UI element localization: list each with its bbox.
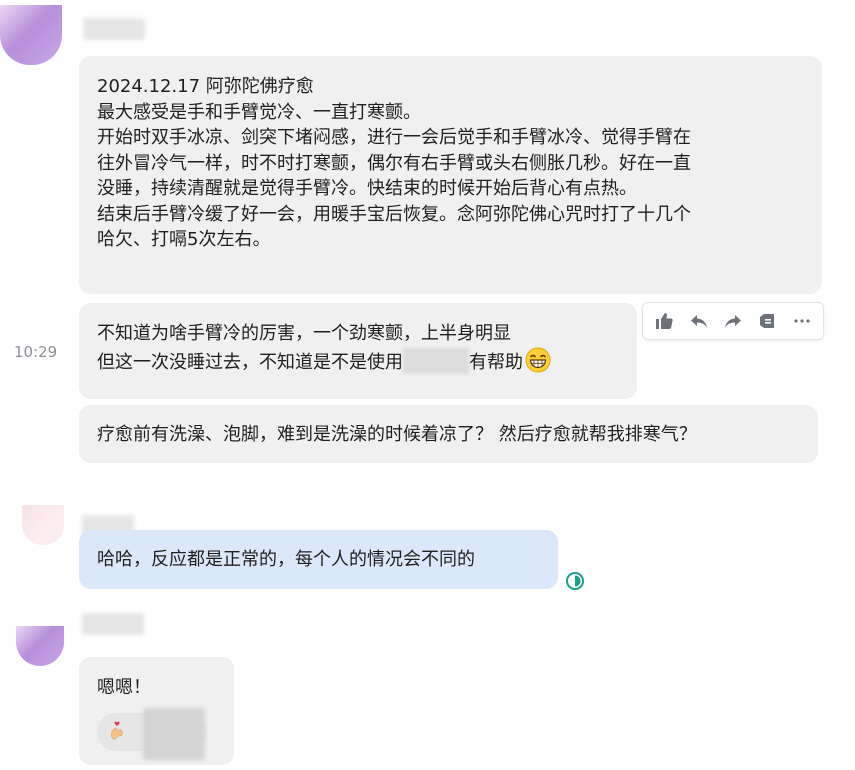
forward-icon[interactable] (718, 306, 748, 336)
message-line: 不知道为啥手臂冷的厉害，一个劲寒颤，上半身明显 (97, 323, 511, 344)
message-line: 哈哈，反应都是正常的，每个人的情况会不同的 (97, 549, 475, 570)
message-bubble[interactable]: 不知道为啥手臂冷的厉害，一个劲寒颤，上半身明显 但这一次没睡过去，不知道是不是使… (79, 303, 637, 399)
pin-icon[interactable] (752, 306, 782, 336)
read-status-icon (565, 571, 585, 591)
message-bubble[interactable]: 哈哈，反应都是正常的，每个人的情况会不同的 (79, 530, 558, 589)
reactor-name-redacted (143, 708, 205, 760)
sender-name-redacted (82, 613, 144, 635)
message-bubble[interactable]: 2024.12.17 阿弥陀佛疗愈 最大感受是手和手臂觉冷、一直打寒颤。 开始时… (79, 56, 822, 294)
sender-name-redacted (83, 18, 145, 40)
reply-icon[interactable] (684, 306, 714, 336)
message-line: 2024.12.17 阿弥陀佛疗愈 (97, 76, 314, 97)
message-action-toolbar (642, 302, 824, 340)
message-line: 往外冒冷气一样，时不时打寒颤，偶尔有右手臂或头右侧胀几秒。好在一直 (97, 152, 691, 174)
message-text: 有帮助 (469, 351, 523, 373)
message-line: 嗯嗯！ (97, 677, 151, 698)
thumbs-up-icon[interactable] (649, 306, 679, 336)
message-line: 结束后手臂冷缓了好一会，用暖手宝后恢复。念阿弥陀佛心咒时打了十几个 (97, 203, 691, 225)
message-line: 哈欠、打嗝5次左右。 (97, 229, 271, 250)
message-line: 开始时双手冰凉、剑突下堵闷感，进行一会后觉手和手臂冰冷、觉得手臂在 (97, 127, 691, 148)
message-bubble[interactable]: 疗愈前有洗澡、泡脚，难到是洗澡的时候着凉了？ 然后疗愈就帮我排寒气？ (79, 405, 818, 463)
finger-heart-icon (109, 721, 127, 746)
message-timestamp: 10:29 (14, 343, 58, 361)
message-line: 但这一次没睡过去，不知道是不是使用 有帮助 (97, 347, 619, 376)
message-line: 疗愈前有洗澡、泡脚，难到是洗澡的时候着凉了？ 然后疗愈就帮我排寒气？ (97, 424, 697, 445)
grinning-face-icon (525, 347, 551, 373)
avatar[interactable] (16, 626, 64, 666)
redacted-text (403, 347, 469, 374)
message-text: 但这一次没睡过去，不知道是不是使用 (97, 351, 403, 373)
more-icon[interactable] (787, 306, 817, 336)
avatar[interactable] (22, 505, 64, 545)
avatar[interactable] (0, 5, 62, 65)
message-line: 最大感受是手和手臂觉冷、一直打寒颤。 (97, 101, 421, 123)
message-line: 没睡，持续清醒就是觉得手臂冷。快结束的时候开始后背心有点热。 (97, 178, 637, 199)
